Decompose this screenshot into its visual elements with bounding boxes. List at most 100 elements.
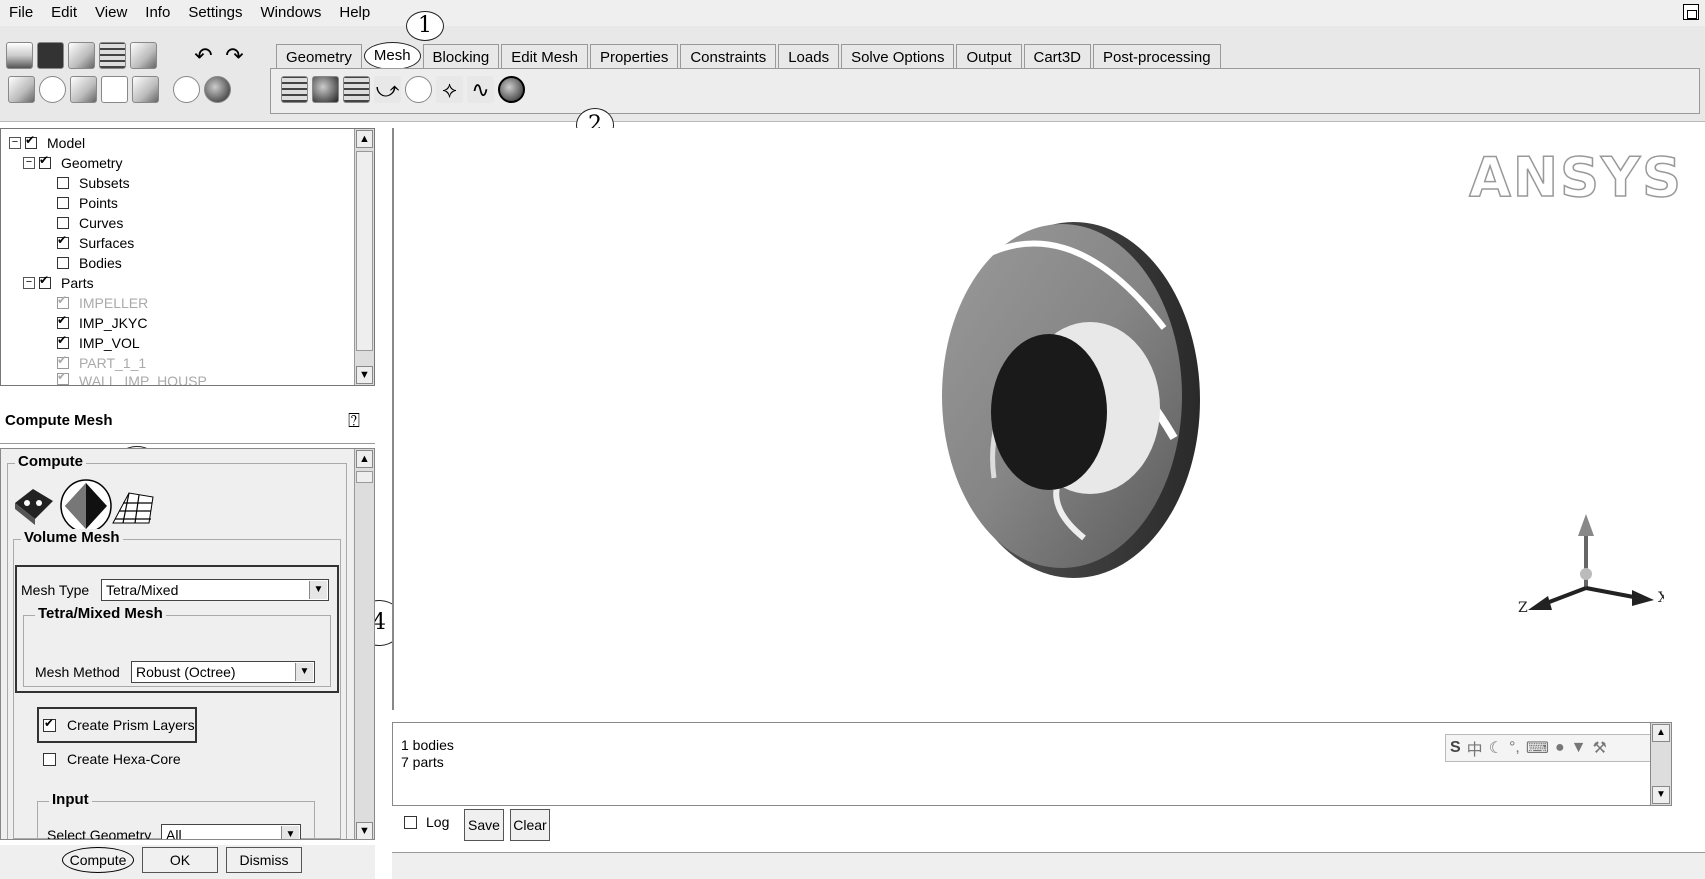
ime-logo-icon: S <box>1450 739 1461 756</box>
zoom-icon[interactable] <box>39 76 66 103</box>
dialog-buttons: Compute OK Dismiss <box>0 845 375 879</box>
compute-button[interactable]: Compute <box>62 847 134 873</box>
restore-window-icon[interactable] <box>1683 4 1699 20</box>
tab-properties[interactable]: Properties <box>589 44 679 70</box>
tab-bar: Geometry Mesh Blocking Edit Mesh Propert… <box>276 42 1223 70</box>
menu-info[interactable]: Info <box>136 1 179 25</box>
help-icon[interactable]: ⍰ <box>348 410 360 433</box>
save-blocking-icon[interactable] <box>130 42 157 69</box>
mesh-type-dropdown[interactable]: Tetra/Mixed ▼ <box>101 579 329 601</box>
solid-display-icon[interactable] <box>204 76 231 103</box>
dismiss-button[interactable]: Dismiss <box>226 847 302 873</box>
surface-mesh-mode-icon[interactable] <box>11 481 57 527</box>
ok-button[interactable]: OK <box>142 847 218 873</box>
tab-loads[interactable]: Loads <box>778 44 840 70</box>
save-button[interactable]: Save <box>464 809 504 841</box>
refresh-icon[interactable] <box>132 76 159 103</box>
global-mesh-setup-icon[interactable] <box>281 76 308 103</box>
open-folder-icon[interactable] <box>6 42 33 69</box>
tab-mesh[interactable]: Mesh <box>363 42 421 70</box>
scroll-up-icon[interactable]: ▲ <box>1652 724 1670 742</box>
tree-item-impeller[interactable]: IMPELLER <box>57 293 148 313</box>
coordinate-system-icon[interactable] <box>101 76 128 103</box>
message-line: 7 parts <box>401 754 444 770</box>
tab-post-processing[interactable]: Post-processing <box>1093 44 1221 70</box>
mesh-curve-icon[interactable]: ∿ <box>467 76 494 103</box>
volume-mesh-mode-icon[interactable] <box>59 479 113 533</box>
tree-item-part-1-1[interactable]: PART_1_1 <box>57 353 146 373</box>
tree-item-imp-vol[interactable]: IMP_VOL <box>57 333 140 353</box>
redo-icon[interactable]: ↷ <box>221 42 248 69</box>
menu-help[interactable]: Help <box>330 1 379 25</box>
chevron-down-icon: ▼ <box>309 581 327 599</box>
log-checkbox[interactable] <box>404 816 417 829</box>
tab-output[interactable]: Output <box>956 44 1022 70</box>
create-prism-checkbox[interactable] <box>43 716 56 732</box>
main-toolbar: ↶ ↷ Geometry Mesh Blocking Edit Mesh Pro… <box>0 26 1705 122</box>
scroll-thumb[interactable] <box>356 151 373 351</box>
scroll-thumb[interactable] <box>356 471 373 483</box>
part-mesh-setup-icon[interactable] <box>312 76 339 103</box>
tree-item-imp-jkyc[interactable]: IMP_JKYC <box>57 313 147 333</box>
status-bar <box>392 852 1705 879</box>
ime-moon-icon: ☾ <box>1488 740 1504 757</box>
connectors-icon[interactable]: ⟡ <box>436 76 463 103</box>
save-mesh-icon[interactable] <box>99 42 126 69</box>
mesh-method-label: Mesh Method <box>35 664 120 680</box>
wireframe-icon[interactable] <box>173 76 200 103</box>
scroll-down-icon[interactable]: ▼ <box>356 822 373 839</box>
scroll-down-icon[interactable]: ▼ <box>356 366 373 384</box>
menu-file[interactable]: File <box>0 1 42 25</box>
tree-item-points[interactable]: Points <box>57 193 118 213</box>
save-geometry-icon[interactable] <box>68 42 95 69</box>
tab-solve-options[interactable]: Solve Options <box>841 44 955 70</box>
surface-mesh-setup-icon[interactable] <box>343 76 370 103</box>
tab-constraints[interactable]: Constraints <box>680 44 777 70</box>
menu-view[interactable]: View <box>86 1 136 25</box>
undo-icon[interactable]: ↶ <box>190 42 217 69</box>
tree-item-curves[interactable]: Curves <box>57 213 123 233</box>
tab-cart3d[interactable]: Cart3D <box>1023 44 1092 70</box>
clear-button[interactable]: Clear <box>510 809 550 841</box>
tab-geometry[interactable]: Geometry <box>276 44 362 70</box>
tree-item-wall[interactable]: WALL_IMP_HOUSP <box>57 373 207 385</box>
select-geometry-dropdown[interactable]: All ▼ <box>161 824 301 839</box>
tree-item-model[interactable]: −Model <box>9 133 85 153</box>
measure-icon[interactable] <box>70 76 97 103</box>
tree-scrollbar[interactable]: ▲ ▼ <box>354 129 374 385</box>
message-scrollbar[interactable]: ▲ ▼ <box>1650 722 1672 806</box>
save-icon[interactable] <box>37 42 64 69</box>
tree-item-bodies[interactable]: Bodies <box>57 253 122 273</box>
ime-user-icon: ● <box>1554 739 1565 756</box>
chevron-down-icon: ▼ <box>295 663 313 681</box>
graphics-viewport[interactable]: ANSYS Y X Z <box>392 128 1705 710</box>
tree-item-surfaces[interactable]: Surfaces <box>57 233 134 253</box>
tree-item-parts[interactable]: −Parts <box>23 273 94 293</box>
mesh-method-dropdown[interactable]: Robust (Octree) ▼ <box>131 661 315 683</box>
tab-blocking[interactable]: Blocking <box>422 44 500 70</box>
menu-windows[interactable]: Windows <box>252 1 331 25</box>
view-toolbar <box>8 76 231 103</box>
tree-item-subsets[interactable]: Subsets <box>57 173 130 193</box>
impeller-model[interactable] <box>924 208 1214 588</box>
create-mesh-density-icon[interactable] <box>405 76 432 103</box>
scroll-up-icon[interactable]: ▲ <box>356 450 373 468</box>
menu-settings[interactable]: Settings <box>179 1 251 25</box>
ansys-logo: ANSYS <box>1468 145 1683 210</box>
compute-mesh-icon[interactable] <box>498 76 525 103</box>
fit-window-icon[interactable] <box>8 76 35 103</box>
menu-edit[interactable]: Edit <box>42 1 86 25</box>
log-controls: Log Save Clear <box>392 808 1705 848</box>
scroll-up-icon[interactable]: ▲ <box>356 130 373 148</box>
tab-edit-mesh[interactable]: Edit Mesh <box>501 44 588 70</box>
scroll-down-icon[interactable]: ▼ <box>1652 786 1670 804</box>
create-hexa-checkbox[interactable] <box>43 753 56 766</box>
prism-mesh-mode-icon[interactable] <box>109 483 155 529</box>
tree-item-geometry[interactable]: −Geometry <box>23 153 122 173</box>
compute-scrollbar[interactable]: ▲ ▼ <box>354 449 374 839</box>
compute-panel: Compute Volume Mesh Mesh Type Tetra/Mixe… <box>0 448 375 840</box>
curve-mesh-setup-icon[interactable]: ⤻ <box>374 76 401 103</box>
file-toolbar <box>6 42 157 69</box>
ime-toolbar[interactable]: S 中 ☾ °, ⌨ ● ▼ ⚒ <box>1445 734 1660 762</box>
ime-chinese-icon: 中 <box>1466 742 1483 759</box>
